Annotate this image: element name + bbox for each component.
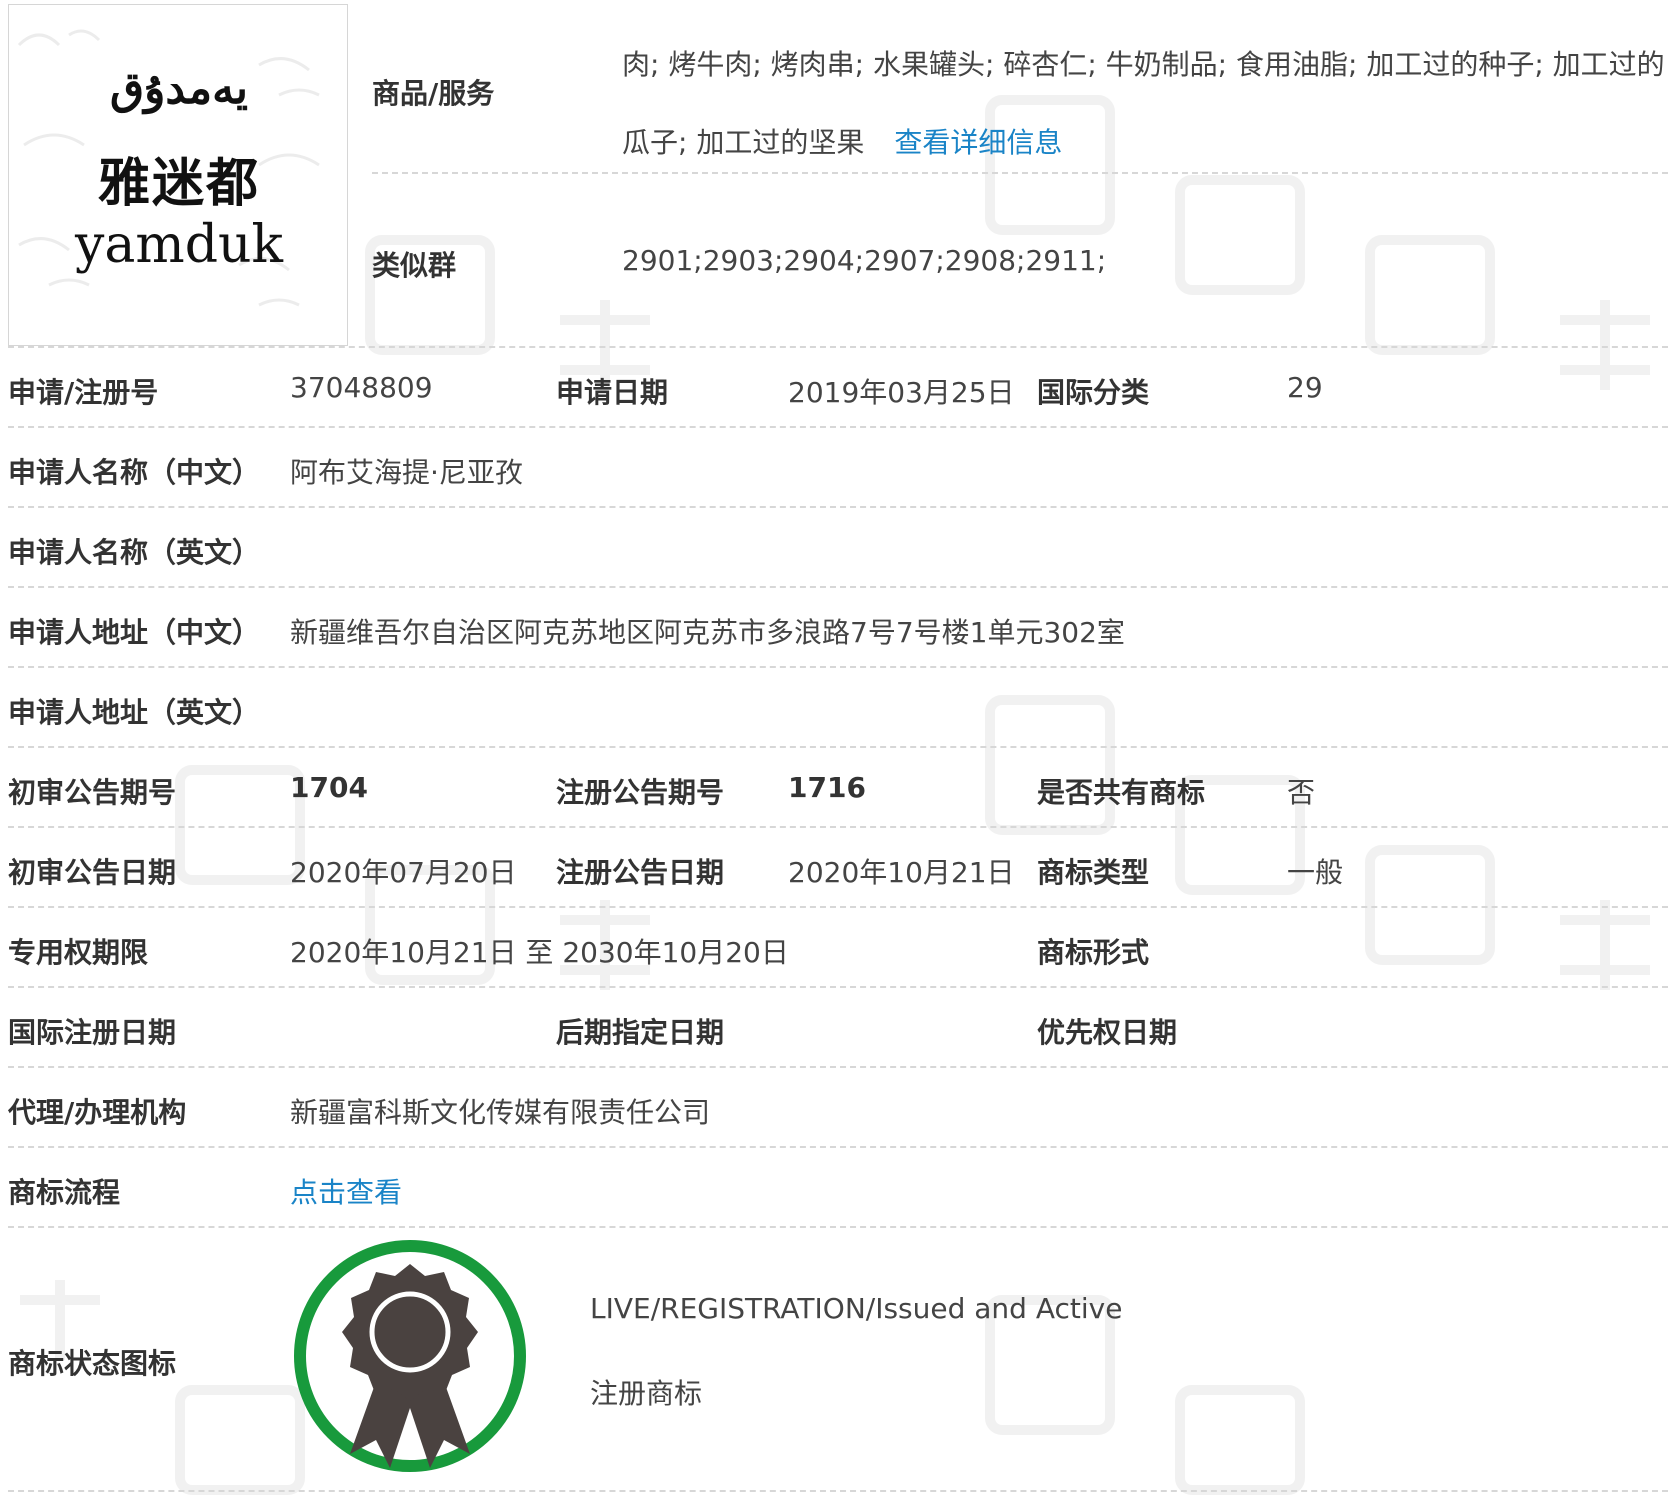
address-cn-value: 新疆维吾尔自治区阿克苏地区阿克苏市多浪路7号7号楼1单元302室 bbox=[290, 616, 1125, 649]
registered-medal-icon bbox=[294, 1240, 526, 1472]
exclusive-period-value: 2020年10月21日 至 2030年10月20日 bbox=[290, 936, 789, 969]
applicant-en-label: 申请人名称（英文） bbox=[8, 536, 261, 569]
divider bbox=[8, 666, 1668, 668]
intl-reg-date-label: 国际注册日期 bbox=[8, 1016, 177, 1049]
divider bbox=[8, 746, 1668, 748]
priority-date-label: 优先权日期 bbox=[1037, 1016, 1178, 1049]
tm-type-label: 商标类型 bbox=[1037, 856, 1150, 889]
tm-type-value: 一般 bbox=[1287, 856, 1344, 889]
similar-group-label: 类似群 bbox=[372, 249, 457, 282]
divider bbox=[372, 172, 1668, 174]
goods-label: 商品/服务 bbox=[372, 77, 495, 110]
agency-label: 代理/办理机构 bbox=[8, 1096, 187, 1129]
divider bbox=[8, 1226, 1668, 1228]
divider bbox=[8, 1066, 1668, 1068]
logo-uyghur-text: يەمدۇق bbox=[110, 63, 248, 114]
divider bbox=[8, 506, 1668, 508]
trademark-detail-page: يەمدۇق 雅迷都 yamduk 商品/服务 肉; 烤牛肉; 烤肉串; 水果罐… bbox=[0, 0, 1678, 1496]
address-en-label: 申请人地址（英文） bbox=[8, 696, 261, 729]
reg-pub-date-value: 2020年10月21日 bbox=[788, 856, 1015, 889]
process-label: 商标流程 bbox=[8, 1176, 121, 1209]
prelim-no-label: 初审公告期号 bbox=[8, 776, 177, 809]
reg-no-value: 37048809 bbox=[290, 371, 433, 404]
divider bbox=[8, 586, 1668, 588]
view-details-link[interactable]: 查看详细信息 bbox=[894, 126, 1062, 159]
divider bbox=[8, 426, 1668, 428]
similar-group-value: 2901;2903;2904;2907;2908;2911; bbox=[622, 244, 1107, 277]
intl-class-value: 29 bbox=[1287, 371, 1323, 404]
shared-value: 否 bbox=[1287, 776, 1316, 809]
divider bbox=[8, 1490, 1668, 1492]
later-date-label: 后期指定日期 bbox=[556, 1016, 725, 1049]
status-english: LIVE/REGISTRATION/Issued and Active bbox=[590, 1292, 1123, 1325]
app-date-value: 2019年03月25日 bbox=[788, 376, 1015, 409]
prelim-date-label: 初审公告日期 bbox=[8, 856, 177, 889]
reg-no-label: 申请/注册号 bbox=[8, 376, 159, 409]
reg-pub-date-label: 注册公告日期 bbox=[556, 856, 725, 889]
divider bbox=[8, 986, 1668, 988]
applicant-cn-label: 申请人名称（中文） bbox=[8, 456, 261, 489]
goods-value: 肉; 烤牛肉; 烤肉串; 水果罐头; 碎杏仁; 牛奶制品; 食用油脂; 加工过的… bbox=[622, 26, 1672, 182]
prelim-date-value: 2020年07月20日 bbox=[290, 856, 517, 889]
address-cn-label: 申请人地址（中文） bbox=[8, 616, 261, 649]
goods-text: 肉; 烤牛肉; 烤肉串; 水果罐头; 碎杏仁; 牛奶制品; 食用油脂; 加工过的… bbox=[622, 48, 1665, 159]
reg-pub-no-value: 1716 bbox=[788, 771, 866, 804]
status-chinese: 注册商标 bbox=[590, 1377, 703, 1410]
divider bbox=[8, 346, 1668, 348]
logo-chinese-text: 雅迷都 bbox=[97, 153, 260, 214]
prelim-no-value: 1704 bbox=[290, 771, 368, 804]
divider bbox=[8, 826, 1668, 828]
reg-pub-no-label: 注册公告期号 bbox=[556, 776, 725, 809]
trademark-image: يەمدۇق 雅迷都 yamduk bbox=[8, 4, 348, 346]
status-icon-label: 商标状态图标 bbox=[8, 1347, 177, 1380]
shared-label: 是否共有商标 bbox=[1037, 776, 1206, 809]
process-view-link[interactable]: 点击查看 bbox=[290, 1171, 402, 1211]
logo-english-text: yamduk bbox=[75, 215, 283, 275]
app-date-label: 申请日期 bbox=[556, 376, 669, 409]
agency-value: 新疆富科斯文化传媒有限责任公司 bbox=[290, 1096, 711, 1129]
intl-class-label: 国际分类 bbox=[1037, 376, 1150, 409]
divider bbox=[8, 906, 1668, 908]
tm-form-label: 商标形式 bbox=[1037, 936, 1150, 969]
exclusive-period-label: 专用权期限 bbox=[8, 936, 149, 969]
divider bbox=[8, 1146, 1668, 1148]
applicant-cn-value: 阿布艾海提·尼亚孜 bbox=[290, 456, 523, 489]
